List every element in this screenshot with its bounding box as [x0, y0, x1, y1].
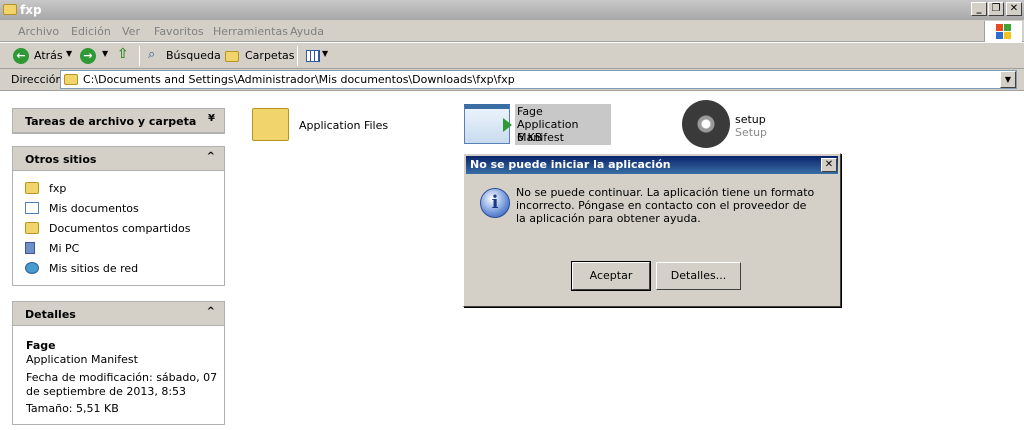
sidebar-item-label[interactable]: fxp	[49, 182, 66, 195]
search-button[interactable]: Búsqueda	[166, 49, 221, 62]
views-dropdown-icon[interactable]: ▼	[322, 49, 328, 58]
chevron-down-icon[interactable]: ¥	[208, 113, 215, 124]
menu-bar: Archivo Edición Ver Favoritos Herramient…	[0, 20, 1024, 42]
other-places-title: Otros sitios	[25, 153, 97, 166]
restore-button[interactable]: ❐	[988, 2, 1004, 16]
file-item[interactable]: Application Files	[250, 102, 450, 148]
address-dropdown-button[interactable]: ▼	[1000, 71, 1016, 88]
dialog-message: No se puede continuar. La aplicación tie…	[516, 186, 815, 225]
error-dialog: No se puede iniciar la aplicación ✕ i No…	[463, 153, 841, 307]
other-places-header[interactable]: Otros sitios ^	[13, 147, 224, 171]
menu-ver[interactable]: Ver	[122, 25, 140, 38]
sidebar-item-label[interactable]: Documentos compartidos	[49, 222, 191, 235]
file-size: 6 KB	[517, 131, 543, 144]
folders-button[interactable]: Carpetas	[245, 49, 294, 62]
documents-icon	[25, 202, 39, 214]
sidebar-item-mis-sitios-de-red[interactable]: Mis sitios de red	[13, 259, 224, 279]
toolbar-separator	[139, 46, 140, 66]
address-bar: Dirección C:\Documents and Settings\Admi…	[0, 69, 1024, 91]
details-panel: Detalles ^ Fage Application Manifest Fec…	[12, 301, 225, 425]
folder-icon	[252, 108, 289, 141]
details-title: Detalles	[25, 308, 76, 321]
play-arrow-icon	[503, 118, 512, 132]
search-icon[interactable]: ⌕	[148, 47, 155, 62]
sidebar-item-label[interactable]: Mi PC	[49, 242, 79, 255]
folder-icon	[3, 4, 17, 15]
file-name: Fage	[517, 105, 543, 118]
dialog-title: No se puede iniciar la aplicación	[470, 158, 671, 171]
forward-dropdown-icon[interactable]: ▼	[102, 49, 108, 58]
chevron-up-icon[interactable]: ^	[207, 151, 215, 162]
other-places-panel: Otros sitios ^ fxp Mis documentos Docume…	[12, 146, 225, 286]
info-icon: i	[480, 188, 510, 218]
tasks-panel: Tareas de archivo y carpeta ¥	[12, 108, 225, 134]
back-dropdown-icon[interactable]: ▼	[66, 49, 72, 58]
details-header[interactable]: Detalles ^	[13, 302, 224, 326]
back-arrow-icon[interactable]: ←	[13, 48, 29, 64]
file-item[interactable]: Fage Application Manifest 6 KB	[463, 102, 613, 148]
sidebar-item-mis-documentos[interactable]: Mis documentos	[13, 199, 224, 219]
address-value: C:\Documents and Settings\Administrador\…	[83, 73, 515, 86]
address-label: Dirección	[11, 73, 63, 86]
window-title: fxp	[20, 3, 42, 17]
toolbar: ← Atrás ▼ → ▼ ⇧ ⌕ Búsqueda Carpetas ▼	[0, 43, 1024, 69]
network-icon	[25, 262, 39, 274]
tasks-panel-title: Tareas de archivo y carpeta	[25, 115, 197, 128]
folder-icon	[25, 182, 39, 194]
sidebar-item-label[interactable]: Mis sitios de red	[49, 262, 138, 275]
folder-icon	[64, 74, 78, 85]
details-modified: Fecha de modificación: sábado, 07 de sep…	[26, 371, 218, 398]
menu-herramientas[interactable]: Herramientas	[213, 25, 288, 38]
accept-button[interactable]: Aceptar	[571, 261, 651, 291]
tasks-panel-header[interactable]: Tareas de archivo y carpeta ¥	[13, 109, 224, 133]
menu-ayuda[interactable]: Ayuda	[290, 25, 324, 38]
menu-archivo[interactable]: Archivo	[18, 25, 59, 38]
setup-disc-icon	[682, 100, 730, 148]
menu-edicion[interactable]: Edición	[71, 25, 111, 38]
file-name: Application Files	[299, 119, 389, 132]
details-button[interactable]: Detalles...	[656, 262, 741, 290]
dialog-close-button[interactable]: ✕	[821, 158, 837, 172]
details-size: Tamaño: 5,51 KB	[26, 402, 119, 415]
close-button[interactable]: ✕	[1006, 2, 1022, 16]
folders-icon[interactable]	[225, 51, 239, 62]
views-icon[interactable]	[306, 50, 320, 62]
back-button[interactable]: Atrás	[34, 49, 63, 62]
minimize-button[interactable]: _	[971, 2, 987, 16]
file-name: setup	[735, 113, 766, 126]
sidebar-item-fxp[interactable]: fxp	[13, 179, 224, 199]
file-type: Setup	[735, 126, 768, 139]
menu-favoritos[interactable]: Favoritos	[154, 25, 204, 38]
dialog-title-bar: No se puede iniciar la aplicación ✕	[466, 156, 838, 174]
folder-icon	[25, 222, 39, 234]
address-input[interactable]: C:\Documents and Settings\Administrador\…	[60, 70, 1017, 89]
sidebar-item-label[interactable]: Mis documentos	[49, 202, 139, 215]
details-type: Application Manifest	[26, 353, 138, 366]
computer-icon	[25, 242, 35, 254]
windows-logo-icon	[984, 21, 1022, 42]
sidebar-item-documentos-compartidos[interactable]: Documentos compartidos	[13, 219, 224, 239]
up-folder-icon[interactable]: ⇧	[117, 46, 129, 62]
details-name: Fage	[26, 339, 56, 352]
file-item[interactable]: setup Setup	[680, 98, 800, 152]
chevron-up-icon[interactable]: ^	[207, 306, 215, 317]
sidebar-item-mi-pc[interactable]: Mi PC	[13, 239, 224, 259]
title-bar: fxp _ ❐ ✕	[0, 0, 1024, 20]
toolbar-separator	[297, 46, 298, 66]
forward-arrow-icon[interactable]: →	[80, 48, 96, 64]
